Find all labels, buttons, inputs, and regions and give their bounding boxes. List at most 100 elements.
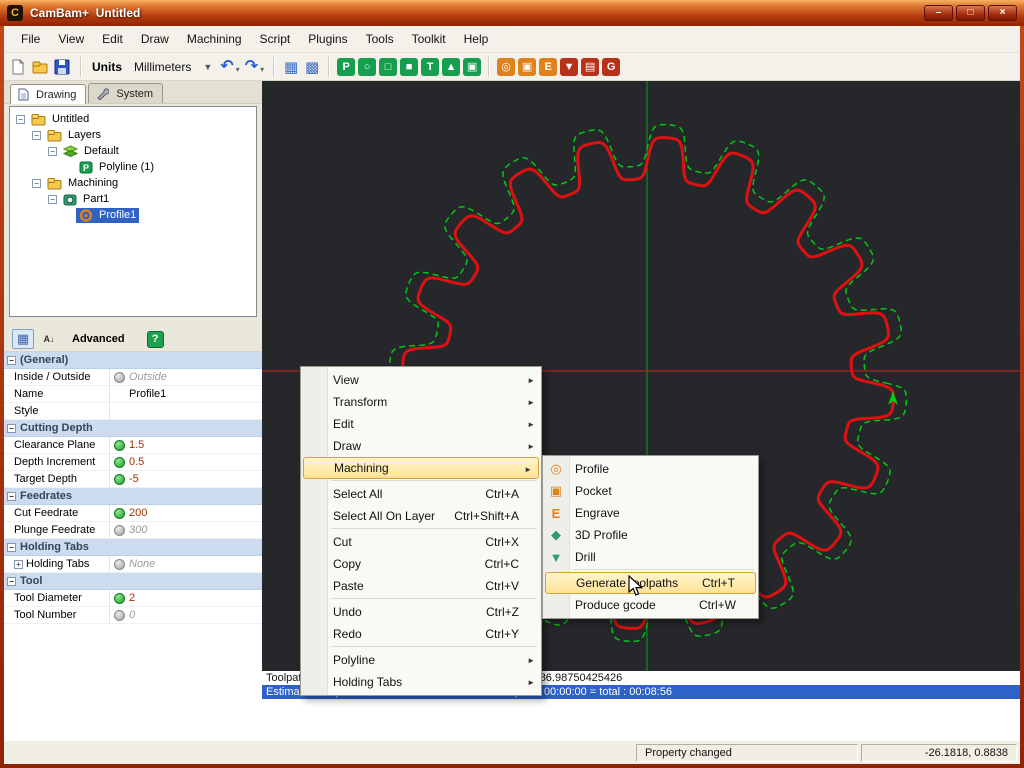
property-value[interactable]: -5 <box>129 471 262 487</box>
draw-circle-icon[interactable]: ○ <box>358 58 376 76</box>
property-value[interactable]: 1.5 <box>129 437 262 453</box>
new-file-button[interactable] <box>10 59 26 75</box>
draw-rectangle-icon[interactable]: □ <box>379 58 397 76</box>
menu-item-generate-toolpaths[interactable]: Generate toolpathsCtrl+T <box>545 572 756 594</box>
menu-file[interactable]: File <box>12 27 49 51</box>
close-button[interactable]: × <box>988 5 1017 21</box>
property-value[interactable]: 300 <box>129 522 262 538</box>
minimize-button[interactable]: – <box>924 5 953 21</box>
menu-help[interactable]: Help <box>455 27 498 51</box>
property-value[interactable]: 200 <box>129 505 262 521</box>
menu-item-polyline[interactable]: Polyline► <box>301 649 541 671</box>
menu-item-produce-gcode[interactable]: Produce gcodeCtrl+W <box>543 594 758 616</box>
section-expander[interactable]: − <box>7 356 16 365</box>
toolpath-toolbar-icon[interactable]: ▤ <box>581 58 599 76</box>
save-button[interactable] <box>54 59 70 75</box>
menu-tools[interactable]: Tools <box>357 27 403 51</box>
menu-item-undo[interactable]: UndoCtrl+Z <box>301 601 541 623</box>
menu-item-draw[interactable]: Draw► <box>301 435 541 457</box>
menu-item-3d-profile[interactable]: ◆3D Profile <box>543 524 758 546</box>
open-file-button[interactable] <box>32 60 48 74</box>
menu-item-pocket[interactable]: ▣Pocket <box>543 480 758 502</box>
tree-expander[interactable]: − <box>16 115 25 124</box>
tree-expander[interactable]: − <box>32 179 41 188</box>
undo-caret-icon[interactable]: ▾ <box>236 65 240 74</box>
tree-item-profile1[interactable]: Profile1 <box>10 207 256 223</box>
snap-grid-icon[interactable]: ▦ <box>282 58 300 76</box>
gcode-toolbar-icon[interactable]: G <box>602 58 620 76</box>
section-expander[interactable]: − <box>7 577 16 586</box>
tree-item-default[interactable]: −Default <box>10 143 256 159</box>
maximize-button[interactable]: □ <box>956 5 985 21</box>
draw-polyline-icon[interactable]: P <box>337 58 355 76</box>
draw-region-icon[interactable]: ▣ <box>463 58 481 76</box>
menu-item-view[interactable]: View► <box>301 369 541 391</box>
draw-surface-icon[interactable]: ▲ <box>442 58 460 76</box>
menu-item-machining[interactable]: Machining► <box>303 457 539 479</box>
menu-item-drill[interactable]: ▼Drill <box>543 546 758 568</box>
property-value[interactable]: Outside <box>129 369 262 385</box>
tree-expander[interactable]: − <box>48 195 57 204</box>
section-expander[interactable]: − <box>7 424 16 433</box>
menu-plugins[interactable]: Plugins <box>299 27 356 51</box>
menu-item-copy[interactable]: CopyCtrl+C <box>301 553 541 575</box>
menu-item-profile[interactable]: ◎Profile <box>543 458 758 480</box>
property-value[interactable]: Profile1 <box>129 386 262 402</box>
menu-item-redo[interactable]: RedoCtrl+Y <box>301 623 541 645</box>
menu-item-engrave[interactable]: EEngrave <box>543 502 758 524</box>
property-value[interactable]: None <box>129 556 262 572</box>
menu-toolkit[interactable]: Toolkit <box>403 27 455 51</box>
tree-item-label: Part1 <box>83 193 109 205</box>
property-section-holding-tabs[interactable]: −Holding Tabs <box>4 539 262 556</box>
undo-button[interactable]: ↶ <box>220 58 233 76</box>
property-value[interactable] <box>129 403 262 419</box>
property-value[interactable]: 0 <box>129 607 262 623</box>
menu-item-edit[interactable]: Edit► <box>301 413 541 435</box>
menu-view[interactable]: View <box>49 27 93 51</box>
categorized-view-button[interactable]: ▦ <box>12 329 34 349</box>
tree-expander[interactable]: − <box>48 147 57 156</box>
property-value[interactable]: 2 <box>129 590 262 606</box>
alphabetical-sort-button[interactable]: A↓ <box>38 329 60 349</box>
property-section-tool[interactable]: −Tool <box>4 573 262 590</box>
draw-point-icon[interactable]: ■ <box>400 58 418 76</box>
snap-points-icon[interactable]: ▩ <box>303 58 321 76</box>
advanced-toggle[interactable]: Advanced <box>72 333 125 345</box>
tree-item-untitled[interactable]: −Untitled <box>10 111 256 127</box>
units-dropdown[interactable]: Millimeters ▼ <box>129 58 217 76</box>
redo-button[interactable]: ↷ <box>245 58 258 76</box>
menu-edit[interactable]: Edit <box>93 27 132 51</box>
menu-item-select-all[interactable]: Select AllCtrl+A <box>301 483 541 505</box>
property-section-cutting-depth[interactable]: −Cutting Depth <box>4 420 262 437</box>
section-expander[interactable]: − <box>7 543 16 552</box>
menu-machining[interactable]: Machining <box>178 27 251 51</box>
property-section-feedrates[interactable]: −Feedrates <box>4 488 262 505</box>
redo-caret-icon[interactable]: ▾ <box>260 65 264 74</box>
gray-inherit-icon <box>110 522 129 538</box>
tab-drawing[interactable]: Drawing <box>10 84 86 104</box>
menu-draw[interactable]: Draw <box>132 27 178 51</box>
title-bar[interactable]: C CamBam+ Untitled –□× <box>0 0 1024 26</box>
tree-item-polyline-1[interactable]: PPolyline (1) <box>10 159 256 175</box>
drill-toolbar-icon[interactable]: ▼ <box>560 58 578 76</box>
tab-system[interactable]: System <box>88 83 163 103</box>
profile-toolbar-icon[interactable]: ◎ <box>497 58 515 76</box>
section-expander[interactable]: − <box>7 492 16 501</box>
row-expander[interactable]: + <box>14 560 23 569</box>
menu-item-holding-tabs[interactable]: Holding Tabs► <box>301 671 541 693</box>
property-section-general[interactable]: −(General) <box>4 352 262 369</box>
draw-text-icon[interactable]: T <box>421 58 439 76</box>
help-button[interactable]: ? <box>147 331 164 348</box>
menu-item-select-all-on-layer[interactable]: Select All On LayerCtrl+Shift+A <box>301 505 541 527</box>
menu-script[interactable]: Script <box>251 27 300 51</box>
tree-expander[interactable]: − <box>32 131 41 140</box>
menu-item-cut[interactable]: CutCtrl+X <box>301 531 541 553</box>
tree-item-machining[interactable]: −Machining <box>10 175 256 191</box>
property-value[interactable]: 0.5 <box>129 454 262 470</box>
menu-item-paste[interactable]: PasteCtrl+V <box>301 575 541 597</box>
menu-item-transform[interactable]: Transform► <box>301 391 541 413</box>
engrave-toolbar-icon[interactable]: E <box>539 58 557 76</box>
tree-item-layers[interactable]: −Layers <box>10 127 256 143</box>
pocket-toolbar-icon[interactable]: ▣ <box>518 58 536 76</box>
tree-item-part1[interactable]: − Part1 <box>10 191 256 207</box>
